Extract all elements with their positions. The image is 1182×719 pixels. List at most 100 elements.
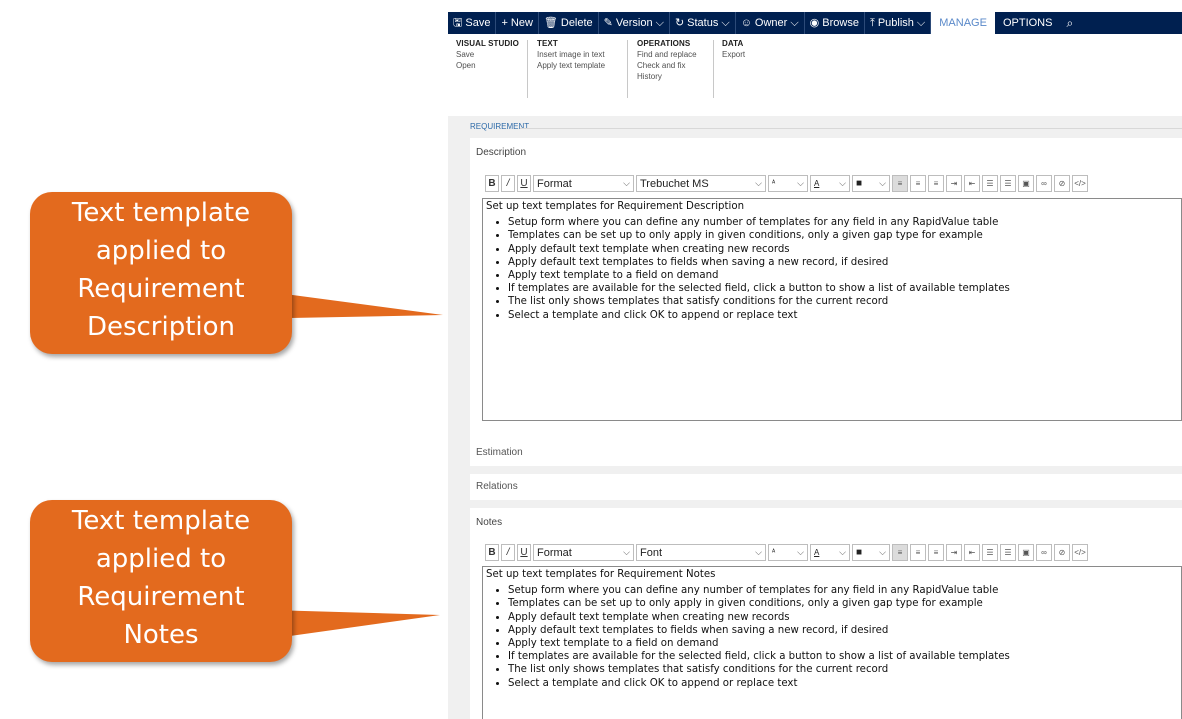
- align-right-button[interactable]: ≡: [928, 175, 944, 192]
- ribbon-divider: [713, 40, 714, 98]
- ribbon-divider: [527, 40, 528, 98]
- list-item: Setup form where you can define any numb…: [508, 216, 1010, 229]
- description-editor[interactable]: Set up text templates for Requirement De…: [482, 198, 1182, 421]
- callout-pointer-notes: [270, 610, 440, 636]
- font-size-select[interactable]: ᴬ ⌵: [768, 175, 808, 192]
- align-center-button[interactable]: ≡: [910, 544, 926, 561]
- browse-action[interactable]: ◉ Browse: [805, 12, 865, 34]
- italic-button[interactable]: /: [501, 544, 515, 561]
- underline-button[interactable]: U: [517, 175, 531, 192]
- version-action[interactable]: ✎ Version ⌵: [599, 12, 670, 34]
- clear-format-icon[interactable]: ⊘: [1054, 175, 1070, 192]
- notes-title[interactable]: Notes: [476, 517, 502, 528]
- bullet-list-button[interactable]: ☰: [1000, 544, 1016, 561]
- tab-options[interactable]: OPTIONS: [995, 12, 1061, 34]
- chevron-down-icon: ⌵: [839, 178, 846, 188]
- image-icon[interactable]: ▣: [1018, 544, 1034, 561]
- format-select[interactable]: Format ⌵: [533, 544, 634, 561]
- highlight-color-select[interactable]: ■ ⌵: [852, 175, 890, 192]
- format-select[interactable]: Format ⌵: [533, 175, 634, 192]
- ribbon-save[interactable]: Save: [456, 49, 519, 60]
- relations-section[interactable]: Relations: [470, 474, 1182, 500]
- text-color-select[interactable]: A ⌵: [810, 544, 850, 561]
- numbered-list-button[interactable]: ☰: [982, 544, 998, 561]
- font-select-value: Font: [640, 546, 663, 559]
- align-left-button[interactable]: ≡: [892, 175, 908, 192]
- align-left-button[interactable]: ≡: [892, 544, 908, 561]
- app-window: 🖫 Save + New 🗑 Delete ✎ Version ⌵ ↻ Stat…: [448, 12, 1182, 719]
- notes-bullet-list: Setup form where you can define any numb…: [486, 584, 1010, 690]
- ribbon-export[interactable]: Export: [722, 49, 745, 60]
- bold-button[interactable]: B: [485, 175, 499, 192]
- list-item: Setup form where you can define any numb…: [508, 584, 1010, 597]
- link-icon[interactable]: ∞: [1036, 175, 1052, 192]
- ribbon-apply-text-template[interactable]: Apply text template: [537, 60, 605, 71]
- delete-label: Delete: [560, 17, 593, 29]
- font-size-select[interactable]: ᴬ ⌵: [768, 544, 808, 561]
- callout-description: Text template applied to Requirement Des…: [30, 192, 292, 354]
- callout-pointer-description: [270, 292, 443, 318]
- owner-action[interactable]: ☺ Owner ⌵: [736, 12, 805, 34]
- bold-button[interactable]: B: [485, 544, 499, 561]
- section-requirement-label[interactable]: REQUIREMENT: [470, 122, 529, 131]
- ribbon-group-operations: OPERATIONS Find and replace Check and fi…: [637, 38, 697, 82]
- publish-action[interactable]: ⤒ Publish ⌵: [865, 12, 932, 34]
- html-source-icon[interactable]: </>: [1072, 544, 1088, 561]
- ribbon-group-header: TEXT: [537, 39, 558, 48]
- list-item: Apply text template to a field on demand: [508, 269, 1010, 282]
- estimation-section[interactable]: Estimation: [470, 440, 1182, 466]
- ribbon-open[interactable]: Open: [456, 60, 519, 71]
- save-action[interactable]: 🖫 Save: [448, 12, 497, 34]
- callout-line: Text template: [71, 506, 251, 536]
- image-icon[interactable]: ▣: [1018, 175, 1034, 192]
- align-right-button[interactable]: ≡: [928, 544, 944, 561]
- status-action[interactable]: ↻ Status ⌵: [670, 12, 736, 34]
- align-center-button[interactable]: ≡: [910, 175, 926, 192]
- callout-line: Requirement: [77, 582, 245, 612]
- notes-panel: Notes B / U Format ⌵ Font ⌵ ᴬ ⌵ A ⌵ ■ ⌵ …: [470, 508, 1182, 719]
- description-title[interactable]: Description: [476, 147, 526, 158]
- underline-button[interactable]: U: [517, 544, 531, 561]
- tab-manage[interactable]: MANAGE: [931, 12, 995, 34]
- delete-action[interactable]: 🗑 Delete: [539, 12, 599, 34]
- ribbon-check-fix[interactable]: Check and fix: [637, 60, 697, 71]
- clear-format-icon[interactable]: ⊘: [1054, 544, 1070, 561]
- browse-label: Browse: [822, 17, 859, 29]
- highlight-color-select[interactable]: ■ ⌵: [852, 544, 890, 561]
- list-item: Apply default text templates to fields w…: [508, 256, 1010, 269]
- html-source-icon[interactable]: </>: [1072, 175, 1088, 192]
- font-select[interactable]: Font ⌵: [636, 544, 766, 561]
- indent-button[interactable]: ⇥: [946, 544, 962, 561]
- font-select-value: Trebuchet MS: [640, 177, 709, 190]
- ribbon-group-data: DATA Export: [722, 38, 745, 60]
- ribbon-insert-image[interactable]: Insert image in text: [537, 49, 605, 60]
- callout-line: applied to: [95, 544, 227, 574]
- font-select[interactable]: Trebuchet MS ⌵: [636, 175, 766, 192]
- chevron-down-icon: ⌵: [790, 16, 799, 29]
- list-item: Apply default text templates to fields w…: [508, 624, 1010, 637]
- eye-icon: ◉: [809, 16, 820, 29]
- description-editor-content: Set up text templates for Requirement De…: [486, 200, 1010, 322]
- callout-notes: Text template applied to Requirement Not…: [30, 500, 292, 662]
- list-item: Templates can be set up to only apply in…: [508, 597, 1010, 610]
- numbered-list-button[interactable]: ☰: [982, 175, 998, 192]
- highlight-color-icon: ■: [856, 178, 863, 189]
- ribbon-find-replace[interactable]: Find and replace: [637, 49, 697, 60]
- new-action[interactable]: + New: [496, 12, 539, 34]
- list-item: Apply default text template when creatin…: [508, 611, 1010, 624]
- link-icon[interactable]: ∞: [1036, 544, 1052, 561]
- italic-button[interactable]: /: [501, 175, 515, 192]
- relations-title: Relations: [476, 481, 518, 492]
- indent-button[interactable]: ⇥: [946, 175, 962, 192]
- chevron-down-icon: ⌵: [755, 178, 762, 188]
- search-icon[interactable]: ⌕: [1060, 16, 1079, 31]
- form-content: REQUIREMENT Description B / U Format ⌵ T…: [460, 116, 1182, 719]
- outdent-button[interactable]: ⇤: [964, 544, 980, 561]
- outdent-button[interactable]: ⇤: [964, 175, 980, 192]
- text-color-select[interactable]: A ⌵: [810, 175, 850, 192]
- ribbon-history[interactable]: History: [637, 71, 697, 82]
- estimation-title: Estimation: [476, 447, 523, 458]
- notes-editor[interactable]: Set up text templates for Requirement No…: [482, 566, 1182, 719]
- ribbon-group-text: TEXT Insert image in text Apply text tem…: [537, 38, 605, 71]
- bullet-list-button[interactable]: ☰: [1000, 175, 1016, 192]
